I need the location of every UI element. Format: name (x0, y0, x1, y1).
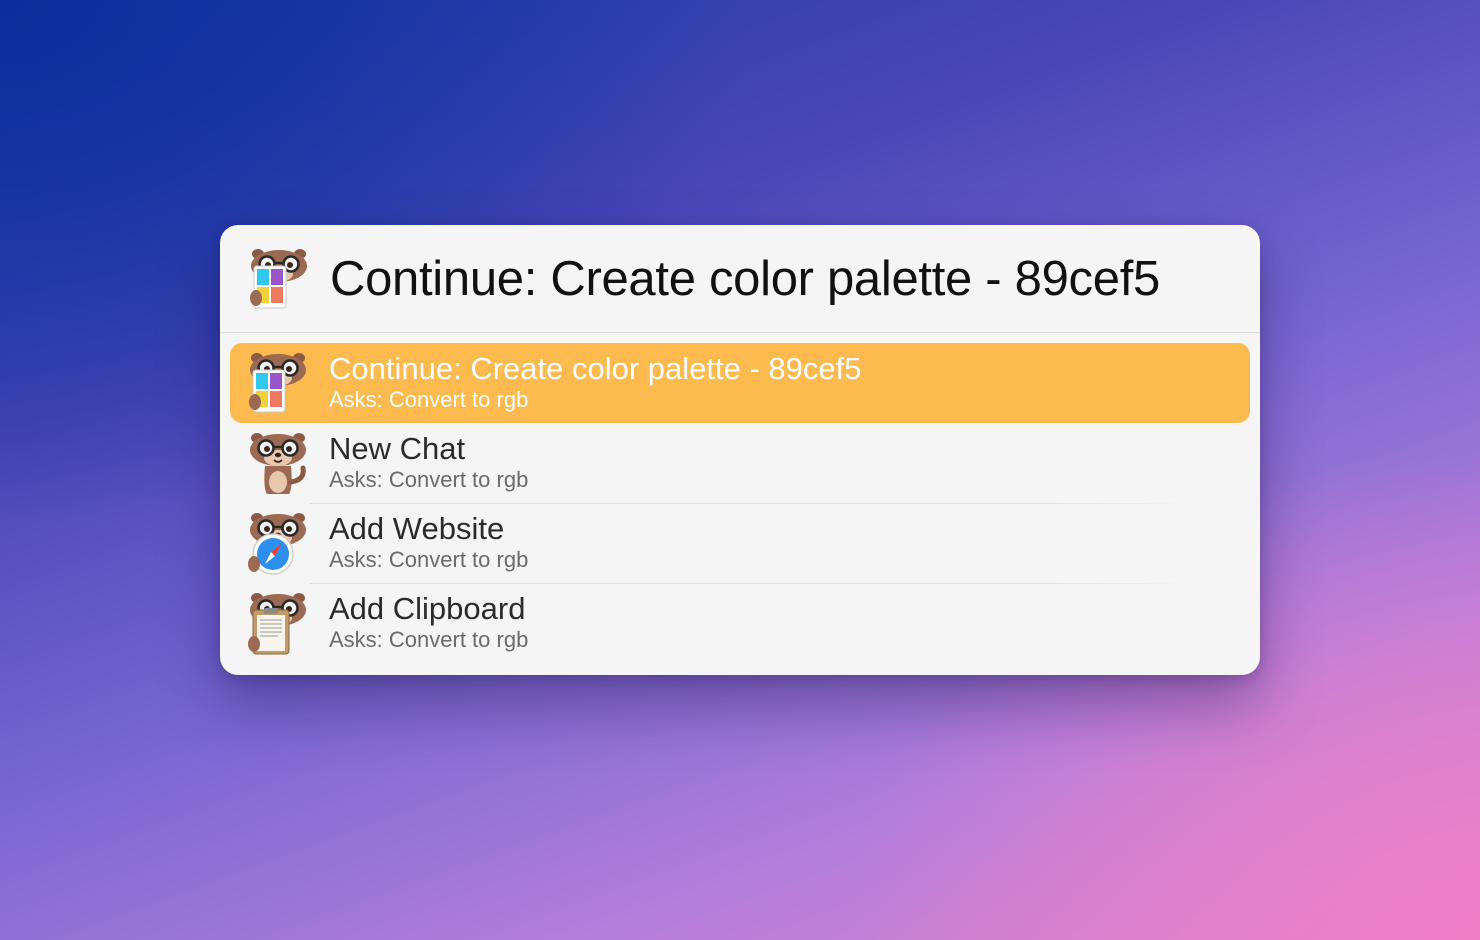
result-title: New Chat (329, 431, 466, 466)
query-bar[interactable]: Continue: Create color palette - 89cef5 (220, 225, 1260, 333)
result-item-add-clipboard[interactable]: Add Clipboard Asks: Convert to rgb (230, 583, 1250, 663)
launcher-window: Continue: Create color palette - 89cef5 … (220, 225, 1260, 675)
query-input[interactable]: Continue: Create color palette - 89cef5 (330, 251, 1160, 307)
otter-clipboard-icon (248, 590, 311, 655)
result-title: Add Website (329, 511, 505, 546)
result-subtitle: Asks: Convert to rgb (329, 467, 529, 492)
result-title: Add Clipboard (329, 591, 526, 626)
result-item-new-chat[interactable]: New Chat Asks: Convert to rgb (230, 423, 1250, 504)
otter-icon (245, 430, 311, 494)
result-item-continue-chat[interactable]: Continue: Create color palette - 89cef5 … (230, 343, 1250, 423)
result-title: Continue: Create color palette - 89cef5 (329, 351, 862, 386)
result-subtitle: Asks: Convert to rgb (329, 627, 529, 652)
result-subtitle: Asks: Convert to rgb (329, 387, 529, 412)
result-subtitle: Asks: Convert to rgb (329, 547, 529, 572)
otter-color-palette-icon (246, 246, 312, 308)
result-item-add-website[interactable]: Add Website Asks: Convert to rgb (230, 503, 1250, 584)
otter-safari-compass-icon (248, 510, 311, 575)
desktop-background: { "colors": { "accent_selected": "#fdba4… (0, 0, 1480, 940)
results-list: Continue: Create color palette - 89cef5 … (220, 333, 1260, 663)
otter-color-palette-icon (245, 350, 311, 413)
